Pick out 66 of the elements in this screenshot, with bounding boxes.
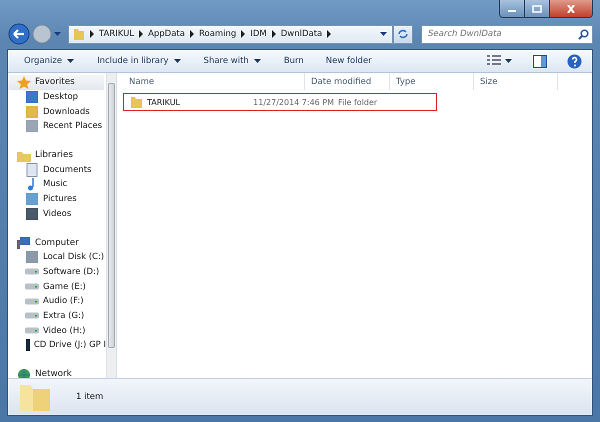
star-icon [17, 76, 31, 89]
computer-icon [17, 236, 31, 250]
address-dropdown-icon[interactable] [380, 31, 388, 37]
address-bar[interactable]: TARIKUL AppData Roaming IDM DwnlData [68, 24, 393, 44]
sidebar-item[interactable]: Recent Places [8, 119, 106, 134]
refresh-icon [397, 28, 409, 40]
sidebar-item[interactable]: Pictures [8, 192, 106, 206]
close-button[interactable] [550, 0, 592, 17]
caret-icon[interactable] [505, 58, 513, 64]
breadcrumb-item[interactable]: DwnlData [280, 29, 322, 39]
maximize-icon [532, 4, 542, 12]
breadcrumb-item[interactable]: Roaming [198, 29, 236, 39]
chevron-icon[interactable] [270, 30, 277, 38]
refresh-button[interactable] [393, 24, 413, 44]
chevron-icon[interactable] [138, 30, 144, 38]
close-icon [566, 4, 576, 12]
search-icon [578, 28, 589, 40]
sidebar-group[interactable]: Favorites [8, 75, 104, 90]
minimize-button[interactable] [500, 0, 525, 17]
column-header[interactable]: Name [123, 73, 305, 90]
sidebar-item[interactable]: Audio (F:) [8, 294, 106, 309]
column-header[interactable]: Type [390, 73, 474, 90]
sidebar-item[interactable]: Local Disk (C:) [8, 250, 106, 265]
sidebar-item[interactable]: Desktop [8, 90, 106, 104]
document-icon [25, 162, 39, 177]
maximize-button[interactable] [525, 0, 550, 17]
sidebar-item[interactable]: Documents [8, 162, 106, 178]
search-field[interactable]: Search DwnlData [421, 24, 593, 44]
sidebar-item[interactable]: Downloads [8, 104, 106, 120]
toolbar-button[interactable]: Organize [18, 53, 82, 69]
caret-icon [67, 58, 76, 64]
chevron-icon[interactable] [240, 30, 246, 38]
sidebar-item[interactable]: Video (H:) [8, 323, 106, 338]
preview-pane-icon[interactable] [533, 54, 547, 68]
sidebar-group[interactable]: Computer [8, 235, 104, 250]
scrollbar[interactable] [106, 73, 116, 378]
toolbar-button[interactable]: New folder [320, 53, 378, 69]
breadcrumb-item[interactable]: TARIKUL [99, 29, 134, 39]
back-button[interactable] [8, 23, 30, 45]
sidebar-item[interactable]: Videos [8, 206, 106, 222]
toolbar-button[interactable]: Include in library [91, 53, 188, 69]
column-header[interactable]: Date modified [305, 73, 390, 90]
sidebar-item[interactable]: Game (E:) [8, 279, 106, 294]
chevron-icon[interactable] [188, 30, 195, 38]
item-count: 1 item [76, 392, 104, 402]
view-options-icon[interactable] [487, 55, 501, 67]
recent-pages-caret-icon[interactable] [54, 31, 62, 37]
toolbar-button[interactable]: Share with [198, 53, 268, 69]
sidebar-item[interactable]: Music [8, 177, 106, 192]
date-cell: 11/27/2014 7:46 PM [253, 98, 334, 106]
caret-icon [254, 58, 262, 64]
sidebar-item[interactable]: Extra (G:) [8, 308, 106, 324]
caret-icon [174, 58, 182, 64]
file-name: TARIKUL [147, 98, 180, 106]
file-row[interactable]: TARIKUL 11/27/2014 7:46 PM File folder [123, 93, 437, 111]
chevron-icon[interactable] [89, 30, 95, 38]
help-icon[interactable] [567, 54, 582, 68]
toolbar-button[interactable]: Burn [278, 53, 310, 69]
chevron-icon[interactable] [326, 30, 332, 38]
breadcrumb-item[interactable]: IDM [250, 29, 267, 39]
sidebar-group[interactable]: Libraries [8, 148, 104, 162]
sidebar-item[interactable]: Software (D:) [8, 264, 106, 280]
column-header[interactable]: Size [474, 73, 558, 90]
sidebar-item[interactable]: CD Drive (J:) GP I [8, 338, 106, 353]
type-cell: File folder [338, 98, 378, 106]
breadcrumb-item[interactable]: AppData [148, 29, 185, 39]
